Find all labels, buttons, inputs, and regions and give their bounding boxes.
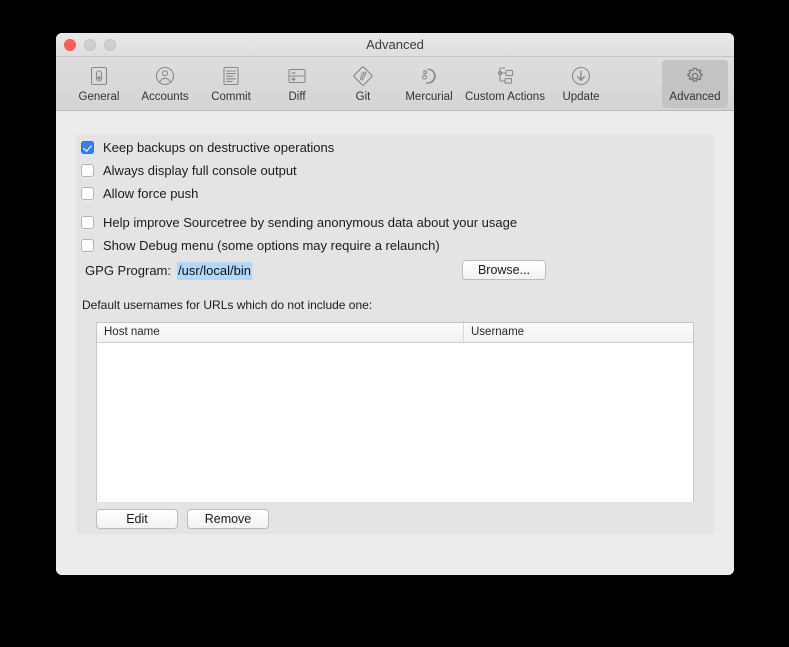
checkbox-force-push[interactable] <box>81 187 94 200</box>
custom-actions-icon <box>492 63 518 89</box>
advanced-panel: Keep backups on destructive operations A… <box>76 134 714 534</box>
edit-button[interactable]: Edit <box>96 509 178 529</box>
diff-icon <box>284 63 310 89</box>
checkbox-label: Keep backups on destructive operations <box>103 140 335 155</box>
browse-button[interactable]: Browse... <box>462 260 546 280</box>
window-title: Advanced <box>366 37 424 52</box>
git-icon <box>350 63 376 89</box>
toolbar-item-git[interactable]: Git <box>330 60 396 108</box>
checkbox-row-anonymous-data[interactable]: Help improve Sourcetree by sending anony… <box>81 215 517 230</box>
table-header-row: Host name Username <box>97 323 693 343</box>
gpg-program-label: GPG Program: <box>85 263 171 278</box>
checkbox-label: Allow force push <box>103 186 199 201</box>
gpg-program-input[interactable]: /usr/local/bin <box>177 262 252 280</box>
usernames-caption: Default usernames for URLs which do not … <box>82 298 373 312</box>
checkbox-row-debug-menu[interactable]: Show Debug menu (some options may requir… <box>81 238 440 253</box>
checkbox-label: Always display full console output <box>103 163 297 178</box>
toolbar-item-label: Commit <box>211 91 251 103</box>
column-header-host-name[interactable]: Host name <box>97 323 464 342</box>
toolbar-item-label: Custom Actions <box>465 91 545 103</box>
table-action-buttons: Edit Remove <box>96 509 269 529</box>
gear-icon <box>682 63 708 89</box>
commit-icon <box>218 63 244 89</box>
toolbar-item-label: Git <box>355 91 371 103</box>
toolbar-item-custom-actions[interactable]: Custom Actions <box>462 60 548 108</box>
toolbar-item-label: Update <box>562 91 600 103</box>
remove-button[interactable]: Remove <box>187 509 269 529</box>
preferences-window: Advanced General Accounts Commit Diff Gi… <box>56 33 734 575</box>
column-header-username[interactable]: Username <box>464 323 693 342</box>
toolbar-item-general[interactable]: General <box>66 60 132 108</box>
toolbar-item-commit[interactable]: Commit <box>198 60 264 108</box>
window-titlebar: Advanced <box>56 33 734 57</box>
checkbox-keep-backups[interactable] <box>81 141 94 154</box>
toolbar-item-advanced[interactable]: Advanced <box>662 60 728 108</box>
checkbox-label: Help improve Sourcetree by sending anony… <box>103 215 518 230</box>
toolbar-item-diff[interactable]: Diff <box>264 60 330 108</box>
advanced-pane: Keep backups on destructive operations A… <box>56 111 734 575</box>
checkbox-label: Show Debug menu (some options may requir… <box>103 238 440 253</box>
toolbar-item-label: Diff <box>288 91 306 103</box>
toolbar-item-label: Advanced <box>669 91 721 103</box>
gpg-program-row: GPG Program: /usr/local/bin Browse... <box>76 260 714 282</box>
preferences-toolbar: General Accounts Commit Diff Git Mercuri… <box>56 57 734 111</box>
toolbar-item-accounts[interactable]: Accounts <box>132 60 198 108</box>
checkbox-row-force-push[interactable]: Allow force push <box>81 186 198 201</box>
update-icon <box>568 63 594 89</box>
checkbox-row-console-output[interactable]: Always display full console output <box>81 163 297 178</box>
default-usernames-table[interactable]: Host name Username <box>96 322 694 502</box>
general-icon <box>86 63 112 89</box>
toolbar-item-update[interactable]: Update <box>548 60 614 108</box>
mercurial-icon <box>416 63 442 89</box>
table-body[interactable] <box>97 343 693 502</box>
toolbar-item-label: Accounts <box>141 91 189 103</box>
toolbar-item-mercurial[interactable]: Mercurial <box>396 60 462 108</box>
checkbox-row-keep-backups[interactable]: Keep backups on destructive operations <box>81 140 334 155</box>
accounts-icon <box>152 63 178 89</box>
checkbox-anonymous-data[interactable] <box>81 216 94 229</box>
checkbox-debug-menu[interactable] <box>81 239 94 252</box>
checkbox-console-output[interactable] <box>81 164 94 177</box>
toolbar-item-label: General <box>78 91 120 103</box>
toolbar-item-label: Mercurial <box>405 91 453 103</box>
